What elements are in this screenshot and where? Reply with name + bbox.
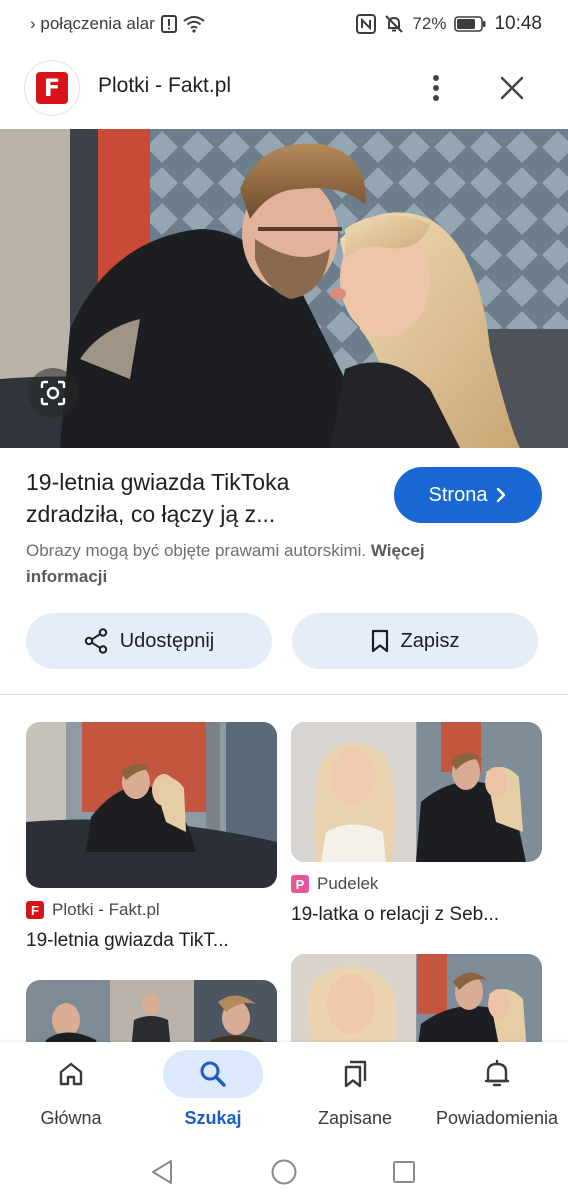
section-divider bbox=[0, 694, 568, 695]
related-source-2[interactable]: P Pudelek bbox=[291, 874, 378, 894]
wifi-icon bbox=[183, 15, 205, 33]
pudelek-favicon-icon: P bbox=[291, 875, 309, 893]
related-title-2[interactable]: 19-latka o relacji z Seb... bbox=[291, 904, 499, 926]
battery-percent: 72% bbox=[412, 14, 447, 33]
notification-text: › połączenia alar bbox=[30, 14, 155, 33]
save-label: Zapisz bbox=[400, 629, 460, 652]
visit-label: Strona bbox=[428, 483, 488, 506]
site-logo[interactable]: F bbox=[24, 60, 80, 116]
nav-notifications[interactable]: Powiadomienia bbox=[426, 1042, 568, 1140]
copyright-notice: Obrazy mogą być objęte prawami autorskim… bbox=[26, 538, 546, 590]
headline-line-2: zdradziła, co łączy ją z... bbox=[26, 501, 276, 527]
related-source-name-1: Plotki - Fakt.pl bbox=[52, 900, 160, 919]
share-icon bbox=[84, 628, 107, 654]
search-icon bbox=[200, 1061, 226, 1087]
home-icon bbox=[59, 1062, 83, 1086]
nav-home[interactable]: Główna bbox=[0, 1042, 142, 1140]
bottom-navigation: Główna Szukaj Zapisane Powiadomienia bbox=[0, 1042, 568, 1140]
mute-bell-icon bbox=[384, 14, 404, 34]
save-button[interactable]: Zapisz bbox=[292, 613, 538, 669]
nav-saved-label: Zapisane bbox=[317, 1108, 393, 1128]
related-source-name-2: Pudelek bbox=[317, 874, 379, 893]
headline-line-1: 19-letnia gwiazda TikToka bbox=[26, 469, 290, 495]
battery-icon bbox=[454, 16, 486, 32]
nav-search[interactable]: Szukaj bbox=[142, 1042, 284, 1140]
nav-search-pill bbox=[163, 1050, 263, 1098]
chevron-right-icon bbox=[497, 487, 506, 503]
related-image-2[interactable] bbox=[291, 722, 542, 862]
related-title-1[interactable]: 19-letnia gwiazda TikT... bbox=[26, 930, 229, 952]
status-bar: › połączenia alar 72% 10:48 bbox=[0, 0, 568, 48]
nav-home-label: Główna bbox=[40, 1108, 102, 1128]
home-circle-icon bbox=[271, 1159, 297, 1185]
site-title[interactable]: Plotki - Fakt.pl bbox=[98, 74, 231, 98]
lens-icon bbox=[40, 380, 66, 406]
close-icon bbox=[500, 76, 524, 100]
more-vert-icon bbox=[433, 75, 439, 101]
share-label: Udostępnij bbox=[119, 629, 215, 652]
nav-search-label: Szukaj bbox=[184, 1108, 242, 1128]
nav-home-pill bbox=[21, 1050, 121, 1098]
system-recents-button[interactable] bbox=[384, 1152, 424, 1192]
fakt-logo-icon: F bbox=[36, 72, 68, 104]
system-back-button[interactable] bbox=[142, 1152, 182, 1192]
related-source-1[interactable]: F Plotki - Fakt.pl bbox=[26, 900, 160, 920]
close-button[interactable] bbox=[494, 70, 530, 106]
nav-notifications-label: Powiadomienia bbox=[435, 1108, 559, 1128]
lens-search-button[interactable] bbox=[28, 368, 78, 418]
main-image[interactable] bbox=[0, 129, 568, 448]
more-options-button[interactable] bbox=[418, 68, 454, 108]
related-image-1[interactable] bbox=[26, 722, 277, 888]
result-headline[interactable]: 19-letnia gwiazda TikToka zdradziła, co … bbox=[26, 466, 366, 530]
fakt-favicon-icon: F bbox=[26, 901, 44, 919]
nfc-icon bbox=[356, 14, 377, 34]
visit-site-button[interactable]: Strona bbox=[394, 467, 542, 523]
back-triangle-icon bbox=[152, 1160, 172, 1184]
clock: 10:48 bbox=[494, 13, 542, 34]
system-home-button[interactable] bbox=[264, 1152, 304, 1192]
bell-icon bbox=[484, 1059, 510, 1087]
more-info-link-2[interactable]: informacji bbox=[26, 567, 107, 586]
more-info-link[interactable]: Więcej bbox=[371, 541, 425, 560]
alert-icon bbox=[160, 15, 177, 33]
nav-saved-pill bbox=[305, 1050, 405, 1098]
share-button[interactable]: Udostępnij bbox=[26, 613, 272, 669]
system-navigation bbox=[0, 1140, 568, 1200]
nav-saved[interactable]: Zapisane bbox=[284, 1042, 426, 1140]
copyright-text: Obrazy mogą być objęte prawami autorskim… bbox=[26, 541, 371, 560]
bookmarks-icon bbox=[344, 1060, 367, 1088]
bookmark-icon bbox=[371, 629, 388, 653]
nav-notifications-pill bbox=[447, 1050, 547, 1098]
source-header: F Plotki - Fakt.pl bbox=[0, 56, 568, 120]
recents-square-icon bbox=[393, 1161, 415, 1183]
